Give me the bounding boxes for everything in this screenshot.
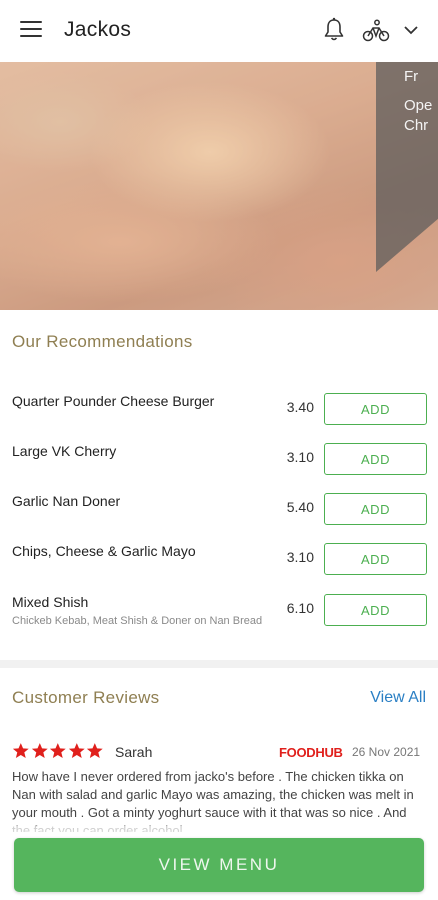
review-text: How have I never ordered from jacko's be…: [12, 769, 414, 832]
item-name: Large VK Cherry: [12, 443, 117, 459]
item-price: 3.10: [286, 449, 314, 465]
recommendation-item: Quarter Pounder Cheese Burger 3.40 ADD: [0, 393, 438, 443]
notification-bell-icon[interactable]: [322, 17, 346, 43]
view-all-link[interactable]: View All: [370, 689, 426, 707]
recommendation-item: Chips, Cheese & Garlic Mayo 3.10 ADD: [0, 543, 438, 593]
star-icon: [68, 743, 85, 759]
hero-banner-image: Fr Ope Chr: [0, 62, 438, 310]
info-panel-text: Ope: [404, 97, 433, 114]
reviewer-name: Sarah: [115, 744, 153, 760]
add-button[interactable]: ADD: [324, 393, 427, 425]
star-rating: [12, 742, 104, 760]
add-button[interactable]: ADD: [324, 594, 427, 626]
recommendation-item: Large VK Cherry 3.10 ADD: [0, 443, 438, 493]
page-title: Jackos: [64, 18, 132, 41]
chevron-down-icon[interactable]: [403, 22, 419, 38]
app-bar: Jackos: [0, 0, 438, 62]
star-icon: [87, 743, 104, 759]
item-name: Garlic Nan Doner: [12, 493, 121, 509]
view-menu-button[interactable]: VIEW MENU: [14, 838, 424, 892]
add-button[interactable]: ADD: [324, 543, 427, 575]
info-panel-text: Chr: [404, 117, 429, 134]
item-description: Chickeb Kebab, Meat Shish & Doner on Nan…: [12, 615, 263, 627]
item-price: 6.10: [286, 600, 314, 616]
delivery-rider-icon[interactable]: [362, 19, 390, 43]
review-source-logo: FOODHUB: [279, 745, 343, 760]
star-icon: [12, 743, 29, 759]
add-button[interactable]: ADD: [324, 443, 427, 475]
recommendation-item: Mixed Shish Chickeb Kebab, Meat Shish & …: [0, 594, 438, 650]
reviews-title: Customer Reviews: [12, 688, 160, 707]
star-icon: [50, 743, 66, 759]
info-panel-text: Fr: [404, 68, 419, 85]
item-price: 3.10: [286, 549, 314, 565]
item-name: Mixed Shish: [12, 594, 89, 610]
item-name: Chips, Cheese & Garlic Mayo: [12, 543, 196, 559]
section-divider: [0, 660, 438, 668]
item-price: 5.40: [286, 499, 314, 515]
item-price: 3.40: [286, 399, 314, 415]
item-name: Quarter Pounder Cheese Burger: [12, 393, 215, 409]
recommendations-title: Our Recommendations: [12, 332, 193, 351]
hamburger-menu-icon[interactable]: [20, 21, 42, 41]
add-button[interactable]: ADD: [324, 493, 427, 525]
star-icon: [31, 743, 48, 759]
recommendation-item: Garlic Nan Doner 5.40 ADD: [0, 493, 438, 543]
review-date: 26 Nov 2021: [352, 745, 421, 759]
